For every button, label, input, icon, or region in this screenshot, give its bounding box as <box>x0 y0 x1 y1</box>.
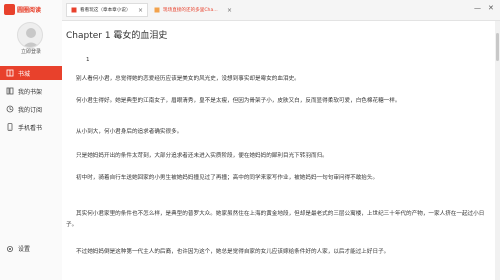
settings-label: 设置 <box>18 246 31 253</box>
book-tab-icon <box>154 7 160 13</box>
logo-icon <box>4 3 15 15</box>
sidebar-item-subscription[interactable]: 我的订阅 <box>0 102 62 116</box>
paragraph: 何小君生得好。她是典型的江南女子，眉眼清秀，皇不是太瘦，但因为骨架子小，皮肤又白… <box>76 98 401 104</box>
chapter-number: 1 <box>86 57 90 63</box>
logo-text: 圆圈阅读 <box>17 6 42 14</box>
reader-app: 圆圈阅读 立即登录 书城 我的书架 我的订阅 手机看书 设置 看看玩这（章本章小… <box>0 0 500 280</box>
bookshelf-icon <box>6 87 14 95</box>
tab-label: 现场直接的还的多里Cha... <box>163 8 218 13</box>
sidebar-item-label: 书城 <box>18 70 31 78</box>
app-logo[interactable]: 圆圈阅读 <box>4 3 41 15</box>
settings-button[interactable]: 设置 <box>6 244 30 253</box>
close-icon[interactable]: × <box>227 7 232 14</box>
scroll-thumb[interactable] <box>496 33 499 61</box>
paragraph: 不过她妈妈倒是这种第一代主人的后裔，也许因为这个，她总是觉得自家的女儿应该嫁给条… <box>76 249 390 255</box>
sidebar: 圆圈阅读 立即登录 书城 我的书架 我的订阅 手机看书 设置 <box>0 0 63 280</box>
paragraph: 其实何小君家里的条件也不怎么样，是典型的普罗大众。她家虽然住在上海的黄金地段，但… <box>66 211 485 228</box>
paragraph: 从小到大，何小君身后的追求者确实很多。 <box>76 129 183 135</box>
scrollbar[interactable] <box>495 21 500 280</box>
bookstore-icon <box>6 69 14 77</box>
login-link[interactable]: 立即登录 <box>0 48 62 55</box>
paragraph: 初中时，骑着自行车送她回家的小男生被她妈妈撞见过了再撞；高中的同学来家写作业，被… <box>76 175 379 181</box>
paragraph: 别人看何小君，总觉得她的恋爱经历应该是美女的风光史，没想到事实却是霉女的血泪史。 <box>76 76 300 82</box>
sidebar-item-bookshelf[interactable]: 我的书架 <box>0 84 62 98</box>
sidebar-item-phone[interactable]: 手机看书 <box>0 120 62 134</box>
sidebar-item-label: 手机看书 <box>18 124 43 132</box>
sidebar-item-bookstore[interactable]: 书城 <box>0 66 62 80</box>
paragraph: 只是她妈妈开出的条件太苛刻，大部分追求者还未进入实质阶段，便在她妈妈的犀利目光下… <box>76 153 328 159</box>
subscription-icon <box>6 105 14 113</box>
phone-icon <box>7 123 13 131</box>
reader-content: Chapter 1 霉女的血泪史 1 别人看何小君，总觉得她的恋爱经历应该是美女… <box>62 21 500 280</box>
tab-second-book[interactable]: 现场直接的还的多里Cha... × <box>150 3 236 17</box>
gear-icon <box>7 245 13 252</box>
tab-current-book[interactable]: 看看玩这（章本章小说） × <box>66 3 148 17</box>
minimize-icon[interactable]: — <box>474 4 481 12</box>
close-window-icon[interactable]: ✕ <box>488 4 494 12</box>
tab-strip: 看看玩这（章本章小说） × 现场直接的还的多里Cha... × — ✕ <box>62 0 500 21</box>
tab-label: 看看玩这（章本章小说） <box>80 8 131 13</box>
book-tab-icon <box>71 7 77 13</box>
avatar[interactable] <box>17 22 43 48</box>
chapter-title: Chapter 1 霉女的血泪史 <box>66 31 168 41</box>
sidebar-item-label: 我的书架 <box>18 88 43 96</box>
user-avatar-icon <box>22 28 40 47</box>
sidebar-item-label: 我的订阅 <box>18 106 43 114</box>
close-icon[interactable]: × <box>138 7 143 14</box>
